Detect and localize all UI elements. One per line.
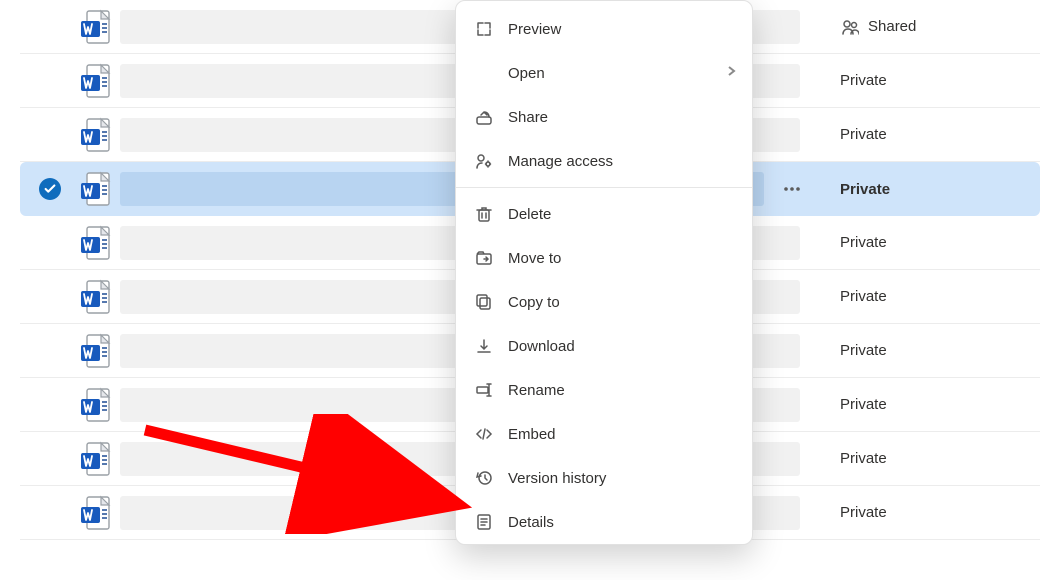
history-icon — [474, 468, 494, 488]
menu-item-label: Copy to — [508, 294, 560, 311]
sharing-status[interactable]: Private — [810, 450, 1040, 467]
sharing-label: Private — [840, 504, 887, 521]
menu-separator — [456, 187, 752, 188]
sharing-label: Private — [840, 342, 887, 359]
menu-item-label: Delete — [508, 206, 551, 223]
chevron-right-icon — [724, 64, 738, 82]
menu-item-label: Version history — [508, 470, 606, 487]
menu-item-share[interactable]: Share — [456, 95, 752, 139]
menu-item-label: Open — [508, 65, 545, 82]
menu-item-copy-to[interactable]: Copy to — [456, 280, 752, 324]
copyto-icon — [474, 292, 494, 312]
preview-icon — [474, 19, 494, 39]
menu-item-details[interactable]: Details — [456, 500, 752, 544]
more-actions-button[interactable] — [774, 173, 810, 205]
word-document-icon — [72, 387, 120, 423]
sharing-status[interactable]: Private — [810, 234, 1040, 251]
sharing-label: Private — [840, 396, 887, 413]
sharing-status[interactable]: Private — [810, 504, 1040, 521]
sharing-label: Private — [840, 450, 887, 467]
delete-icon — [474, 204, 494, 224]
sharing-label: Private — [840, 288, 887, 305]
sharing-label: Private — [840, 126, 887, 143]
menu-item-download[interactable]: Download — [456, 324, 752, 368]
people-icon — [840, 17, 860, 37]
sharing-status[interactable]: Shared — [810, 17, 1040, 37]
word-document-icon — [72, 63, 120, 99]
sharing-label: Private — [840, 72, 887, 89]
menu-item-label: Rename — [508, 382, 565, 399]
menu-item-label: Details — [508, 514, 554, 531]
menu-item-label: Share — [508, 109, 548, 126]
menu-item-move-to[interactable]: Move to — [456, 236, 752, 280]
menu-item-delete[interactable]: Delete — [456, 192, 752, 236]
download-icon — [474, 336, 494, 356]
sharing-label: Private — [840, 234, 887, 251]
sharing-status[interactable]: Private — [810, 72, 1040, 89]
menu-item-embed[interactable]: Embed — [456, 412, 752, 456]
menu-item-open[interactable]: Open — [456, 51, 752, 95]
sharing-status[interactable]: Private — [810, 181, 1040, 198]
menu-item-version-history[interactable]: Version history — [456, 456, 752, 500]
word-document-icon — [72, 279, 120, 315]
embed-icon — [474, 424, 494, 444]
sharing-status[interactable]: Private — [810, 342, 1040, 359]
sharing-status[interactable]: Private — [810, 288, 1040, 305]
word-document-icon — [72, 225, 120, 261]
word-document-icon — [72, 9, 120, 45]
word-document-icon — [72, 495, 120, 531]
menu-item-label: Embed — [508, 426, 556, 443]
menu-item-label: Move to — [508, 250, 561, 267]
word-document-icon — [72, 333, 120, 369]
moveto-icon — [474, 248, 494, 268]
menu-item-label: Manage access — [508, 153, 613, 170]
sharing-status[interactable]: Private — [810, 126, 1040, 143]
menu-item-label: Download — [508, 338, 575, 355]
sharing-status[interactable]: Private — [810, 396, 1040, 413]
sharing-label: Private — [840, 181, 890, 198]
access-icon — [474, 151, 494, 171]
rename-icon — [474, 380, 494, 400]
menu-item-label: Preview — [508, 21, 561, 38]
sharing-label: Shared — [868, 18, 916, 35]
details-icon — [474, 512, 494, 532]
menu-item-rename[interactable]: Rename — [456, 368, 752, 412]
select-checkbox[interactable] — [28, 178, 72, 200]
word-document-icon — [72, 441, 120, 477]
menu-item-preview[interactable]: Preview — [456, 7, 752, 51]
menu-item-manage-access[interactable]: Manage access — [456, 139, 752, 183]
context-menu: Preview Open Share Manage access Delete Move … — [455, 0, 753, 545]
word-document-icon — [72, 117, 120, 153]
share-icon — [474, 107, 494, 127]
word-document-icon — [72, 171, 120, 207]
blank-icon — [474, 63, 494, 83]
